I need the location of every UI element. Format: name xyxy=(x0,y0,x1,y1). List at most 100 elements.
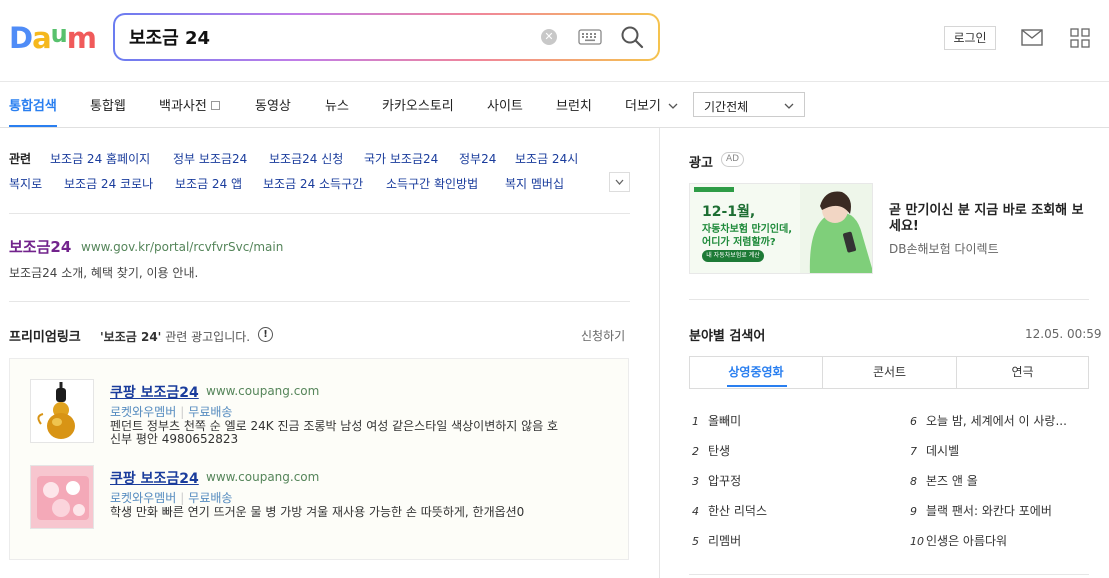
divider xyxy=(9,301,630,302)
keyword-item[interactable]: 3 압꾸정 xyxy=(692,472,741,489)
search-input[interactable] xyxy=(129,24,509,50)
related-link[interactable]: 보조금24 신청 xyxy=(269,150,343,167)
related-link[interactable]: 보조금 24시 xyxy=(515,150,578,167)
keyword-rank: 3 xyxy=(692,475,699,488)
apps-grid-icon[interactable] xyxy=(1070,28,1090,48)
ad-item: 쿠팡 보조금24 www.coupang.com 로켓와우멤버 | 무료배송 학생 … xyxy=(10,465,630,545)
keyword-rank: 4 xyxy=(692,505,699,518)
related-link[interactable]: 복지 멤버십 xyxy=(505,175,564,192)
related-expand-button[interactable] xyxy=(609,172,630,192)
keyword-item[interactable]: 2 탄생 xyxy=(692,442,730,459)
ad-url[interactable]: www.coupang.com xyxy=(206,384,319,398)
ad-tag: 로켓와우멤버 xyxy=(110,405,177,419)
related-link[interactable]: 보조금 24 소득구간 xyxy=(263,175,363,192)
period-select-value: 기간전체 xyxy=(704,100,749,114)
ad-title[interactable]: 쿠팡 보조금24 xyxy=(110,382,199,402)
keyword-item[interactable]: 1 올빼미 xyxy=(692,412,741,429)
tab-more-label: 더보기 xyxy=(625,99,661,114)
keyword-text: 본즈 앤 올 xyxy=(926,474,978,488)
divider xyxy=(689,299,1089,300)
tab-site[interactable]: 사이트 xyxy=(487,95,523,114)
related-link[interactable]: 보조금 24 홈페이지 xyxy=(50,150,150,167)
keyword-item[interactable]: 9 블랙 팬서: 와칸다 포에버 xyxy=(910,502,1052,519)
result-url[interactable]: www.gov.kr/portal/rcvfvrSvc/main xyxy=(81,240,283,254)
keyword-rank: 6 xyxy=(910,415,917,428)
tab-integrated[interactable]: 통합검색 xyxy=(9,95,57,114)
product-thumbnail[interactable] xyxy=(30,465,94,529)
tab-now-showing[interactable]: 상영중영화 xyxy=(690,357,822,388)
ad-headline[interactable]: 곧 만기이신 분 지금 바로 조회해 보세요! xyxy=(889,203,1094,235)
tab-play[interactable]: 연극 xyxy=(956,357,1088,388)
related-link[interactable]: 정부24 xyxy=(459,150,496,167)
related-link[interactable]: 정부 보조금24 xyxy=(173,150,247,167)
ad-item: 쿠팡 보조금24 www.coupang.com 로켓와우멤버 | 무료배송 펜던트… xyxy=(10,379,630,459)
tab-more[interactable]: 더보기 xyxy=(625,95,678,114)
product-thumbnail[interactable] xyxy=(30,379,94,443)
keyword-rank: 7 xyxy=(910,445,917,458)
ad-badge: AD xyxy=(721,152,744,167)
keyword-text: 블랙 팬서: 와칸다 포에버 xyxy=(926,504,1052,518)
ad-tags: 로켓와우멤버 | 무료배송 xyxy=(110,491,233,505)
chevron-down-icon xyxy=(784,103,794,109)
related-link[interactable]: 복지로 xyxy=(9,175,42,192)
keyword-item[interactable]: 10 인생은 아름다워 xyxy=(910,532,1007,549)
tab-brunch[interactable]: 브런치 xyxy=(556,95,592,114)
sidebar-ad-title: 광고 xyxy=(689,156,713,171)
active-tab-indicator xyxy=(727,385,787,387)
mail-icon[interactable] xyxy=(1021,29,1043,46)
search-box: ✕ xyxy=(113,13,660,61)
keyword-rank: 8 xyxy=(910,475,917,488)
keyword-text: 한산 리덕스 xyxy=(708,504,768,518)
keyword-rank: 5 xyxy=(692,535,699,548)
keyboard-icon[interactable] xyxy=(578,29,602,45)
tab-kakaostory[interactable]: 카카오스토리 xyxy=(382,95,454,114)
tab-encyclopedia[interactable]: 백과사전 xyxy=(159,95,220,114)
login-button[interactable]: 로그인 xyxy=(944,26,996,50)
banner-text-1: 12-1월, xyxy=(702,204,756,220)
keywords-timestamp: 12.05. 00:59 xyxy=(1025,327,1102,341)
divider xyxy=(9,213,630,214)
result-title[interactable]: 보조금24 xyxy=(9,236,71,257)
premium-query: '보조금 24' xyxy=(100,330,162,344)
premium-links-title: 프리미엄링크 xyxy=(9,330,81,345)
ad-url[interactable]: www.coupang.com xyxy=(206,470,319,484)
premium-suffix: 관련 광고입니다. xyxy=(165,330,251,344)
chevron-down-icon xyxy=(615,179,624,185)
search-icon[interactable] xyxy=(620,25,644,49)
period-select[interactable]: 기간전체 xyxy=(693,92,805,117)
keyword-item[interactable]: 4 한산 리덕스 xyxy=(692,502,767,519)
related-link[interactable]: 보조금 24 앱 xyxy=(175,175,242,192)
tab-news[interactable]: 뉴스 xyxy=(325,95,349,114)
ad-title[interactable]: 쿠팡 보조금24 xyxy=(110,468,199,488)
keyword-item[interactable]: 6 오늘 밤, 세계에서 이 사랑... xyxy=(910,412,1067,429)
related-link[interactable]: 보조금 24 코로나 xyxy=(64,175,153,192)
ad-tag: 무료배송 xyxy=(188,405,233,419)
tab-encyclopedia-label: 백과사전 xyxy=(159,99,207,114)
active-tab-indicator xyxy=(9,125,57,127)
keyword-rank: 10 xyxy=(910,535,924,548)
keyword-item[interactable]: 8 본즈 앤 올 xyxy=(910,472,978,489)
keyword-text: 데시벨 xyxy=(926,444,960,458)
daum-logo[interactable]: Daum xyxy=(9,20,97,53)
search-tabs: 통합검색 통합웹 백과사전 동영상 뉴스 카카오스토리 사이트 브런치 더보기 xyxy=(0,82,1109,128)
ad-tags: 로켓와우멤버 | 무료배송 xyxy=(110,405,233,419)
related-link[interactable]: 국가 보조금24 xyxy=(364,150,438,167)
keyword-item[interactable]: 7 데시벨 xyxy=(910,442,959,459)
info-icon[interactable]: ! xyxy=(258,327,273,342)
keyword-text: 올빼미 xyxy=(708,414,742,428)
keywords-title: 분야별 검색어 xyxy=(689,329,766,344)
ad-advertiser[interactable]: DB손해보험 다이렉트 xyxy=(889,240,999,257)
keyword-item[interactable]: 5 리멤버 xyxy=(692,532,741,549)
tab-video[interactable]: 동영상 xyxy=(255,95,291,114)
keyword-text: 탄생 xyxy=(708,444,731,458)
ad-banner-image[interactable]: 12-1월, 자동차보험 만기인데, 어디가 저렴할까? 내 자동차보험료 계산 xyxy=(689,183,873,274)
divider xyxy=(689,574,1089,575)
checkbox-icon xyxy=(210,101,220,110)
related-link[interactable]: 소득구간 확인방법 xyxy=(386,175,478,192)
apply-link[interactable]: 신청하기 xyxy=(581,327,625,344)
clear-icon[interactable]: ✕ xyxy=(541,29,557,45)
keyword-text: 인생은 아름다워 xyxy=(926,534,1008,548)
tab-web[interactable]: 통합웹 xyxy=(90,95,126,114)
tab-concert[interactable]: 콘서트 xyxy=(822,357,956,388)
banner-cta-button: 내 자동차보험료 계산 xyxy=(702,250,764,262)
